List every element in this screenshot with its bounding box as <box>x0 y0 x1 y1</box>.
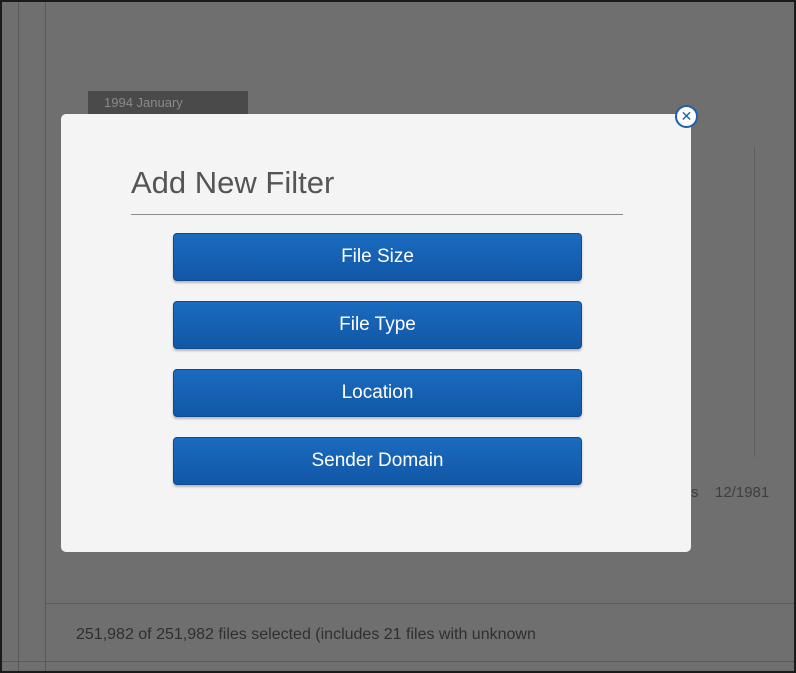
timeline-divider <box>754 147 755 457</box>
file-type-button[interactable]: File Type <box>173 301 582 349</box>
close-icon[interactable]: ✕ <box>675 105 698 128</box>
timeline-tag: 1994 January <box>88 91 248 115</box>
selection-status: 251,982 of 251,982 files selected (inclu… <box>76 626 536 643</box>
app-window: 1994 January s 12/1981 251,982 of 251,98… <box>2 2 794 671</box>
status-divider <box>45 603 794 604</box>
timeline-date-label: 12/1981 <box>715 484 770 501</box>
location-button[interactable]: Location <box>173 369 582 417</box>
file-size-button[interactable]: File Size <box>173 233 582 281</box>
dialog-title: Add New Filter <box>131 161 623 215</box>
close-glyph: ✕ <box>680 108 693 125</box>
timeline-label-fragment: s <box>691 484 699 501</box>
panel-border-inner <box>45 2 46 671</box>
add-filter-dialog: Add New Filter File Size File Type Locat… <box>61 114 691 552</box>
panel-border-left <box>18 2 19 671</box>
sender-domain-button[interactable]: Sender Domain <box>173 437 582 485</box>
bottom-divider <box>2 661 794 662</box>
